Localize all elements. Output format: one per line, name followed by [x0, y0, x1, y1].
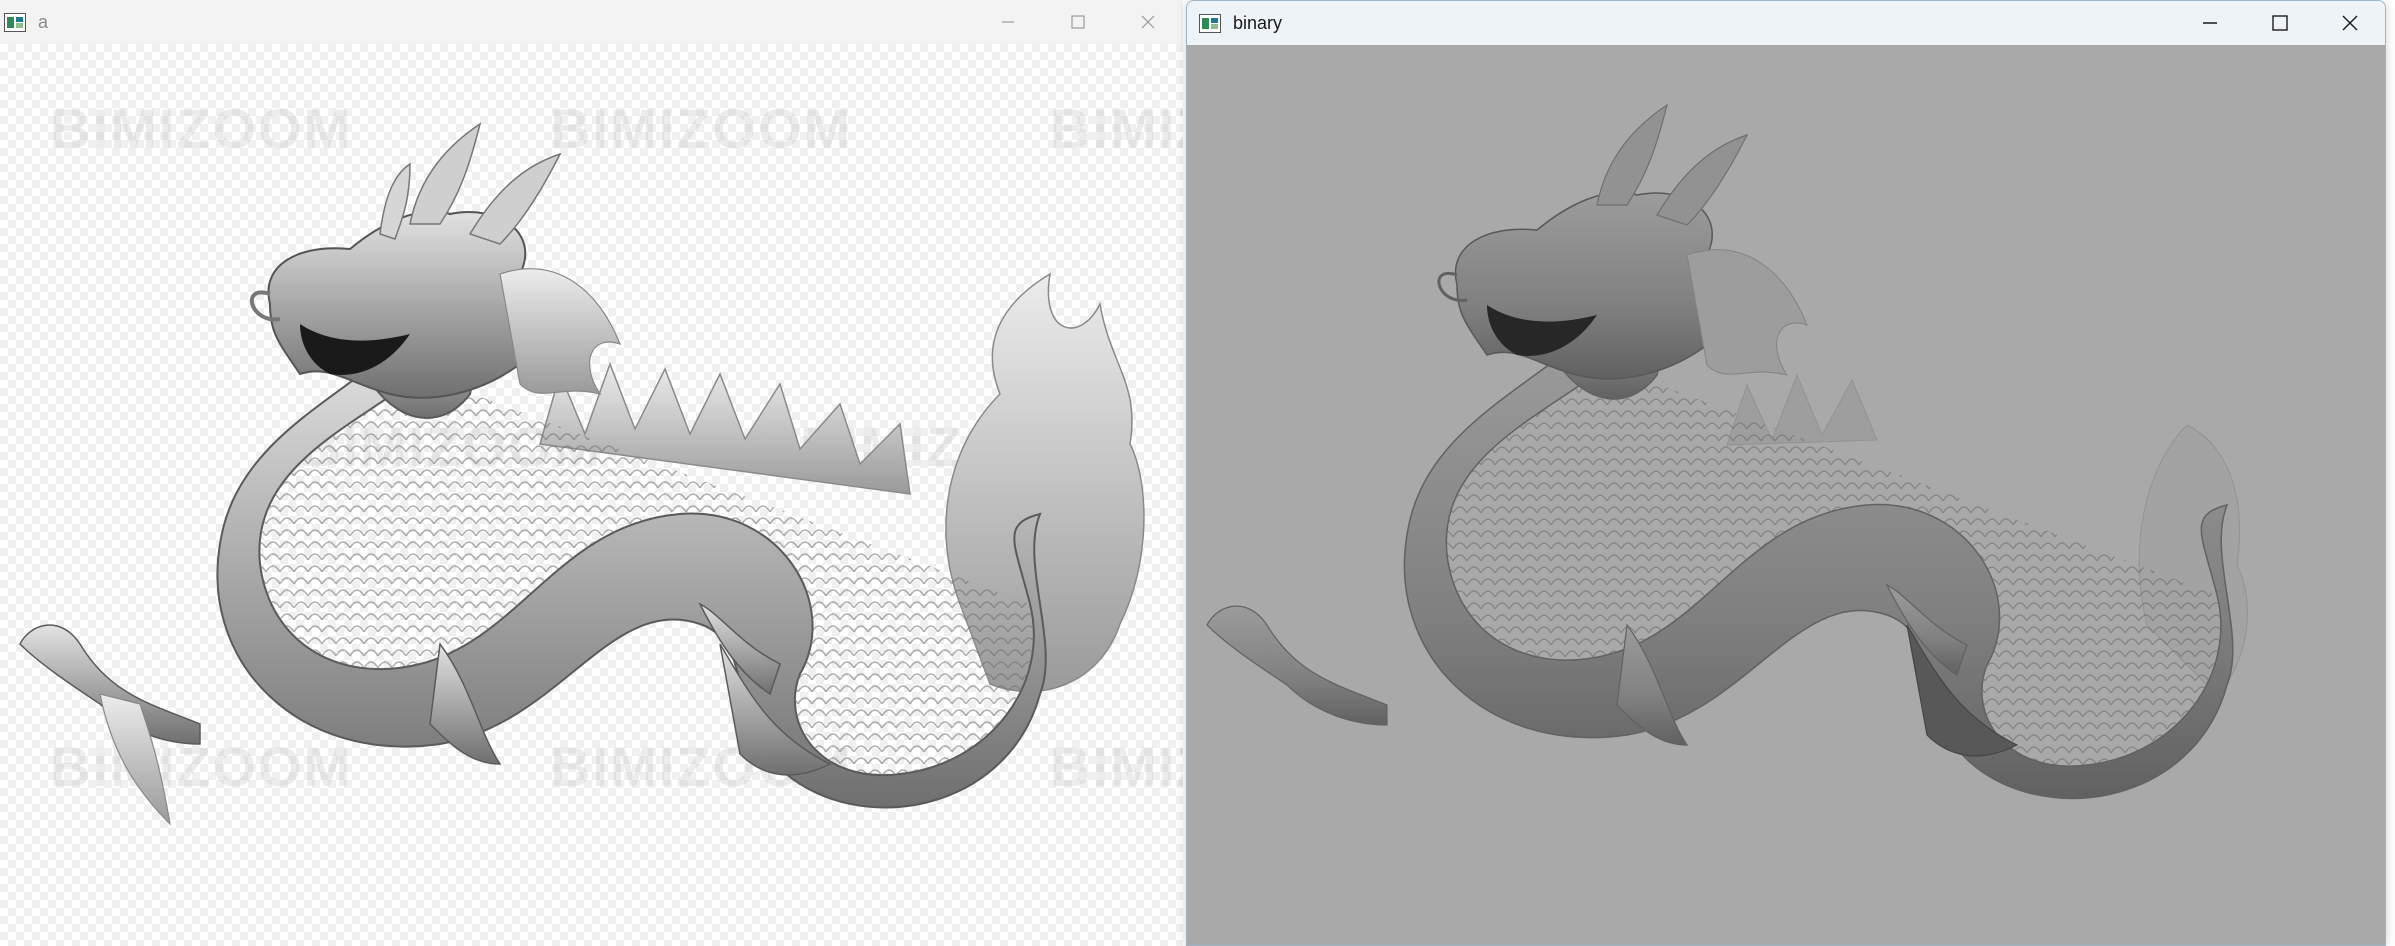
window-a-minimize-button[interactable]: [973, 0, 1043, 44]
app-window-icon: [4, 12, 26, 32]
dragon-figure: [19, 122, 1145, 826]
image-window-a[interactable]: a BIMIZOOM BIMIZOOM BIMIZOOM BIMIZOOM BI…: [0, 0, 1183, 946]
window-binary-title: binary: [1233, 12, 1283, 33]
window-a-titlebar[interactable]: a: [0, 0, 1183, 44]
dragon-figure: [1206, 103, 2248, 800]
app-window-icon: [1199, 13, 1221, 33]
image-window-binary[interactable]: binary: [1186, 0, 2386, 946]
minimize-icon: [2203, 22, 2217, 24]
dragon-image: [19, 122, 1145, 826]
desktop: a BIMIZOOM BIMIZOOM BIMIZOOM BIMIZOOM BI…: [0, 0, 2395, 946]
close-icon: [2342, 15, 2358, 31]
window-a-maximize-button[interactable]: [1043, 0, 1113, 44]
window-a-title: a: [38, 11, 49, 32]
window-binary-close-button[interactable]: [2315, 1, 2385, 45]
window-binary-titlebar[interactable]: binary: [1187, 1, 2385, 45]
window-binary-controls: [2175, 1, 2385, 45]
window-binary-minimize-button[interactable]: [2175, 1, 2245, 45]
window-a-image-canvas[interactable]: BIMIZOOM BIMIZOOM BIMIZOOM BIMIZOOM BIMI…: [0, 44, 1183, 946]
maximize-icon: [2272, 15, 2288, 31]
window-binary-image-canvas[interactable]: [1187, 45, 2385, 945]
window-binary-maximize-button[interactable]: [2245, 1, 2315, 45]
maximize-icon: [1071, 15, 1085, 29]
close-icon: [1141, 15, 1155, 29]
window-a-close-button[interactable]: [1113, 0, 1183, 44]
minimize-icon: [1002, 21, 1014, 23]
dragon-binary-image: [1206, 103, 2248, 800]
window-a-controls: [973, 0, 1183, 44]
